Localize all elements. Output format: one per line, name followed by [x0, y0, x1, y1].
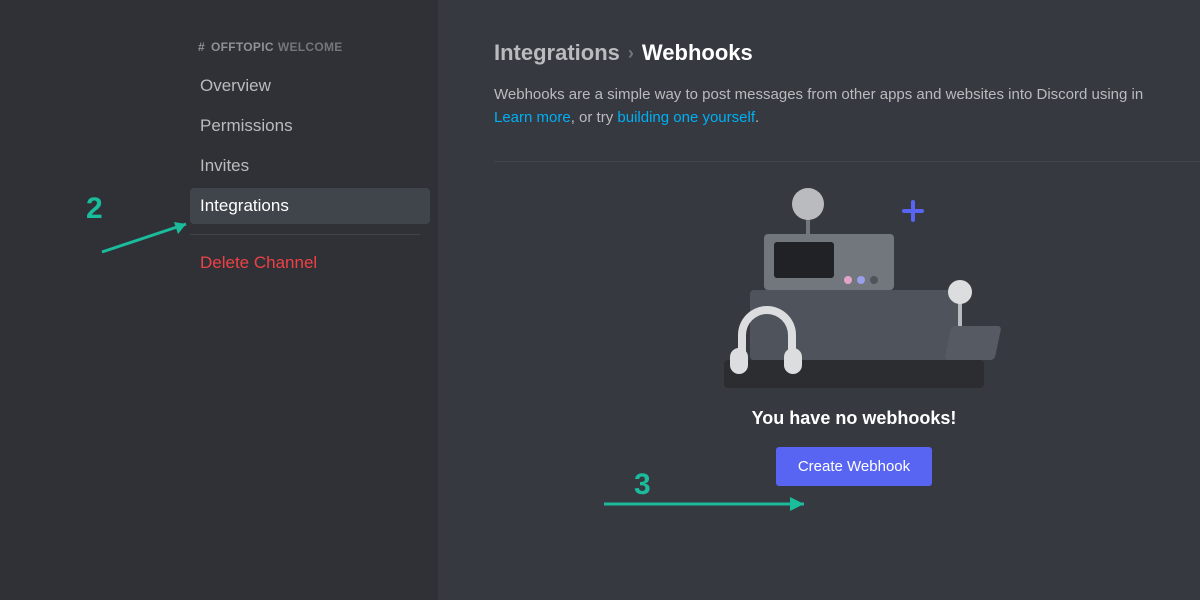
description-text: Webhooks are a simple way to post messag…: [494, 84, 1200, 129]
empty-state: You have no webhooks! Create Webhook: [494, 188, 1200, 486]
main-content: Integrations › Webhooks Webhooks are a s…: [438, 0, 1200, 600]
breadcrumb-current: Webhooks: [642, 40, 753, 66]
channel-sub: WELCOME: [278, 40, 343, 54]
build-one-link[interactable]: building one yourself: [617, 109, 755, 126]
settings-sidebar: # OFFTOPIC WELCOME Overview Permissions …: [0, 0, 438, 600]
sparkle-icon: [902, 200, 924, 222]
content-divider: [494, 161, 1200, 162]
sidebar-item-delete-channel[interactable]: Delete Channel: [190, 245, 430, 281]
annotation-step-3: 3: [634, 468, 651, 502]
create-webhook-button[interactable]: Create Webhook: [776, 447, 932, 486]
satellite-dish-icon: [792, 188, 824, 220]
sidebar-item-invites[interactable]: Invites: [190, 148, 430, 184]
joystick-icon: [948, 280, 972, 304]
chevron-right-icon: ›: [628, 43, 634, 64]
sidebar-item-overview[interactable]: Overview: [190, 68, 430, 104]
breadcrumb-parent[interactable]: Integrations: [494, 40, 620, 66]
sidebar-item-permissions[interactable]: Permissions: [190, 108, 430, 144]
hash-icon: #: [198, 40, 205, 54]
breadcrumb: Integrations › Webhooks: [494, 40, 1200, 66]
sidebar-item-integrations[interactable]: Integrations: [190, 188, 430, 224]
learn-more-link[interactable]: Learn more: [494, 109, 571, 126]
sidebar-separator: [190, 234, 420, 235]
annotation-step-2: 2: [86, 192, 103, 226]
empty-state-title: You have no webhooks!: [752, 408, 957, 429]
channel-heading: # OFFTOPIC WELCOME: [198, 40, 430, 54]
webhooks-illustration: [704, 188, 1004, 388]
soldering-gun-icon: [944, 326, 1001, 360]
channel-name: OFFTOPIC: [211, 40, 274, 54]
